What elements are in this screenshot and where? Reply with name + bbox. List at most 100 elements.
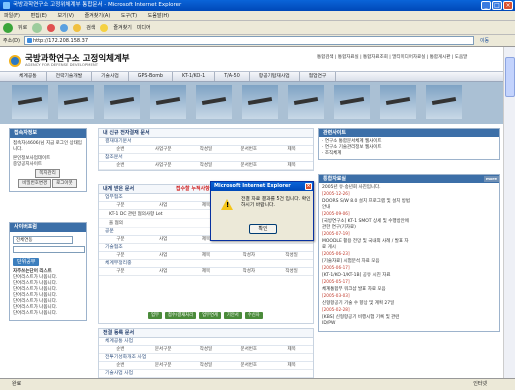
add-logo-icon[interactable] — [9, 55, 21, 67]
window-controls: _ □ × — [481, 1, 513, 10]
col-header: 문서구분 — [154, 347, 172, 352]
reference-docs-title[interactable]: 참조문서 — [99, 154, 313, 162]
col-header: 사업 — [159, 253, 168, 258]
col-header: 작성일 — [285, 269, 298, 274]
menu-file[interactable]: 파일(F) — [4, 13, 20, 19]
news-date: [2005-06-17] — [322, 265, 350, 270]
table-header: 구분 사업 제목 작성자 작성일 — [99, 268, 313, 276]
action-button[interactable]: 접수/결재처리 — [164, 312, 197, 319]
col-header: 구분 — [116, 269, 125, 274]
news-item[interactable]: 신형항공기 기술 수 향상 및 계획 27일 [2005-02-28] — [322, 301, 411, 313]
final-docs-title: 전결 등록 문서 — [99, 329, 313, 338]
nav-item[interactable]: 항공기탑재사업 — [250, 72, 300, 81]
news-item[interactable]: 2005년 유·송년회 사진입니다. [2005-12-26] — [322, 185, 411, 197]
back-button-label[interactable]: 뒤로 — [18, 24, 27, 31]
home-icon[interactable] — [73, 23, 82, 32]
news-title[interactable]: MOODLE 활용 전망 및 국내외 사례 / 발표 자료 게시 — [322, 239, 411, 251]
related-site-link[interactable]: · 조직체계 — [322, 151, 496, 157]
common-project-title[interactable]: 체계공통 사업 — [99, 338, 313, 346]
news-item[interactable]: DOORS S/W 8.0 설치 프로그램 및 설치 방법 안내 [2005-09… — [322, 199, 411, 217]
system-dept-title[interactable]: 체계부정리중 — [99, 260, 313, 268]
nav-item[interactable]: GPS-Bomb — [129, 72, 173, 81]
back-arrow-icon[interactable] — [3, 22, 13, 33]
nav-item[interactable]: 전략기술개발 — [47, 72, 93, 81]
action-button[interactable]: 업무연계 — [199, 312, 221, 319]
aircraft-photo — [288, 85, 324, 119]
col-header: 제목 — [201, 269, 211, 274]
password-button[interactable]: 비밀번호변경 — [18, 179, 52, 188]
memo-button[interactable]: 쪽지관리 — [35, 169, 60, 178]
go-button[interactable]: 이동 — [480, 37, 489, 44]
col-header: 작성일 — [199, 147, 213, 152]
right-column: 관련사이트 · 연구소 통합문서체계 웹사이트 · 연구소 기술관리정보 웹사이… — [315, 124, 501, 378]
menu-help[interactable]: 도움말(H) — [148, 13, 169, 19]
tech-project-title[interactable]: 기술사업 사업 — [99, 370, 313, 378]
refresh-icon[interactable] — [60, 23, 69, 32]
news-item[interactable]: MOODLE 활용 전망 및 국내외 사례 / 발표 자료 게시 [2005-06… — [322, 239, 411, 257]
news-title[interactable]: [국방연구소] KT-1 SMOT 상세 및 수행방안에 관한 연구(기자료) — [322, 219, 411, 231]
table-header: 순번 사업구분 작성일 문서번호 제목 — [99, 162, 313, 170]
col-header: 문서번호 — [240, 147, 258, 152]
aircraft-photo — [12, 85, 48, 119]
news-item[interactable]: [국방연구소] KT-1 SMOT 상세 및 수행방안에 관한 연구(기자료)[… — [322, 219, 411, 237]
vertical-scrollbar[interactable] — [503, 47, 515, 378]
nav-item[interactable]: 협업연구 — [300, 72, 337, 81]
ie-icon — [3, 2, 10, 9]
news-date: [2005-06-23] — [322, 251, 350, 256]
action-button[interactable]: 수신자 — [244, 312, 263, 319]
scrollbar-thumb[interactable] — [505, 57, 515, 97]
search-button-label[interactable]: 검색 — [86, 24, 95, 31]
favorites-star-icon[interactable] — [100, 23, 109, 32]
forum-input[interactable] — [13, 246, 85, 253]
nav-item[interactable]: T/A-50 — [215, 72, 250, 81]
related-sites-title: 관련사이트 — [319, 129, 499, 137]
more-button[interactable]: more — [483, 176, 499, 182]
address-input[interactable]: http://172.208.158.37 — [23, 36, 474, 45]
forum-select[interactable]: 전체연동 — [13, 236, 73, 244]
menu-tools[interactable]: 도구(T) — [121, 13, 137, 19]
final-docs-section: 전결 등록 문서 체계공통 사업 순번 문서구분 작성일 문서번호 제목 전투기… — [98, 328, 314, 378]
logout-button[interactable]: 로그아웃 — [52, 179, 77, 188]
action-button[interactable]: 업무 — [148, 312, 162, 319]
nav-item[interactable]: 체계공통 — [10, 72, 47, 81]
news-item[interactable]: [KT-1/KO-1/KT-1B] 공유 시진 자료 [2005-05-17] — [322, 273, 411, 285]
received-docs-label: 내게 받은 문서 — [103, 186, 135, 192]
tech-coop-title[interactable]: 기술협조 — [99, 244, 313, 252]
maximize-button[interactable]: □ — [492, 1, 502, 10]
left-column: 접속자정보 접속자(4606)님 지금 로그인 상태입니다. 본인정보사업데이트… — [0, 124, 95, 378]
action-button[interactable]: 기안서 — [223, 312, 242, 319]
col-header: 제목 — [287, 163, 296, 168]
favorites-button-label[interactable]: 즐겨찾기 — [113, 24, 131, 31]
menu-edit[interactable]: 편집(E) — [31, 13, 47, 19]
news-item[interactable]: 체계통합부 워크샵 발표 자료 모음 [2005-03-03] — [322, 287, 411, 299]
pending-docs-title[interactable]: 결재대기문서 — [99, 138, 313, 146]
cyber-button[interactable]: 단위공무 — [13, 258, 40, 266]
fighter-project-title[interactable]: 전투기성화개조 사업 — [99, 354, 313, 362]
nav-item[interactable]: KT-1/KO-1 — [173, 72, 216, 81]
media-button-label[interactable]: 미디어 — [137, 24, 151, 31]
minimize-button[interactable]: _ — [481, 1, 491, 10]
aircraft-photo — [104, 85, 140, 119]
top-links[interactable]: 통합검색 | 통합자료실 | 통합자료조회 | 멀티미디어자료실 | 통합게시판… — [317, 54, 467, 60]
menu-favorites[interactable]: 즐겨찾기(A) — [85, 13, 111, 19]
doc-title-link[interactable]: KT-1 DC 관련 협의사항 Let — [109, 212, 163, 217]
col-header: 사업구분 — [154, 163, 172, 168]
word-list-item[interactable]: 단어리스트가 나옵니다. — [13, 311, 83, 317]
doc-title-link[interactable]: 을 협의 — [109, 221, 123, 226]
col-header: 구분 — [116, 253, 125, 258]
dialog-close-icon[interactable]: × — [305, 183, 312, 190]
menu-view[interactable]: 보기(V) — [57, 13, 74, 19]
col-header: 사업 — [159, 269, 168, 274]
close-button[interactable]: × — [503, 1, 513, 10]
news-item[interactable]: [KBS] 신형항공기 비행시험 기록 및 관련 ID/PW — [322, 315, 411, 327]
news-title[interactable]: [KBS] 신형항공기 비행시험 기록 및 관련 ID/PW — [322, 315, 411, 327]
nav-item[interactable]: 기술사업 — [92, 72, 129, 81]
news-title[interactable]: DOORS S/W 8.0 설치 프로그램 및 설치 방법 안내 — [322, 199, 411, 211]
forward-arrow-icon[interactable] — [32, 22, 43, 33]
news-item[interactable]: [기술자료] 시험분석 자료 모음 [2005-06-17] — [322, 259, 411, 271]
dialog-ok-button[interactable]: 확인 — [249, 224, 277, 234]
approval-title: 내 신규 전자결재 문서 — [99, 129, 313, 138]
status-bar: 완료 인터넷 — [0, 378, 515, 390]
aircraft-photo — [380, 85, 416, 119]
stop-icon[interactable] — [47, 23, 56, 32]
